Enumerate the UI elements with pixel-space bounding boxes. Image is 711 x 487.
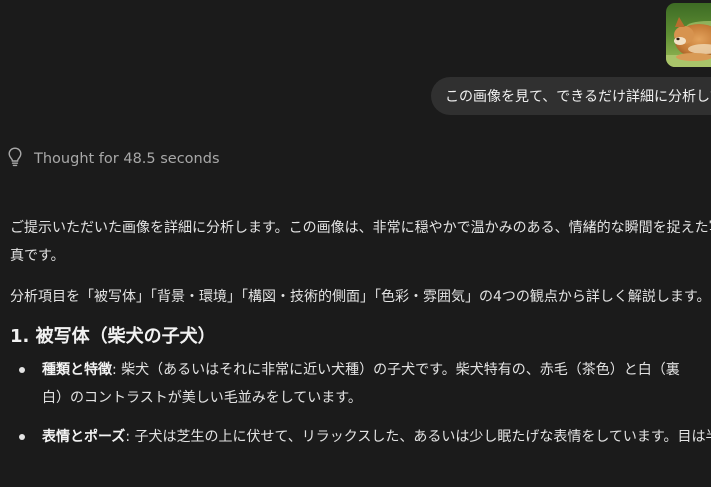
user-message-bubble: この画像を見て、できるだけ詳細に分析して [431,77,711,115]
intro-line-1: ご提示いただいた画像を詳細に分析します。この画像は、非常に穏やかで温かみのある、… [10,220,711,236]
bullet-term: 表情とポーズ [42,429,126,445]
analysis-outline: 分析項目を「被写体」「背景・環境」「構図・技術的側面」「色彩・雰囲気」の4つの観… [10,289,711,305]
bullet-text-line-1: : 子犬は芝生の上に伏せて、リラックスした、あるいは少し眠たげな表情をしています… [125,429,711,445]
thought-toggle[interactable]: Thought for 48.5 seconds [8,147,220,171]
shiba-puppy-photo [666,3,711,67]
attached-image-thumbnail[interactable] [666,3,711,67]
section-1-heading: 1. 被写体（柴犬の子犬） [10,326,216,347]
bullet-text-line-2: 白）のコントラストが美しい毛並みをしています。 [42,390,362,406]
intro-line-2: 真です。 [10,248,65,264]
bullet-text-line-1: : 柴犬（あるいはそれに非常に近い犬種）の子犬です。柴犬特有の、赤毛（茶色）と白… [112,362,680,378]
user-message-text: この画像を見て、できるだけ詳細に分析して [445,89,711,105]
bullet-term: 種類と特徴 [42,362,112,378]
lightbulb-icon [8,147,22,171]
chat-view: この画像を見て、できるだけ詳細に分析して Thought for 48.5 se… [0,0,711,487]
section-1-list: 種類と特徴: 柴犬（あるいはそれに非常に近い犬種）の子犬です。柴犬特有の、赤毛（… [10,356,711,451]
assistant-response: ご提示いただいた画像を詳細に分析します。この画像は、非常に穏やかで温かみのある、… [10,214,711,462]
thought-duration-label: Thought for 48.5 seconds [34,151,220,167]
list-item: 種類と特徴: 柴犬（あるいはそれに非常に近い犬種）の子犬です。柴犬特有の、赤毛（… [10,356,711,412]
list-item: 表情とポーズ: 子犬は芝生の上に伏せて、リラックスした、あるいは少し眠たげな表情… [10,423,711,451]
